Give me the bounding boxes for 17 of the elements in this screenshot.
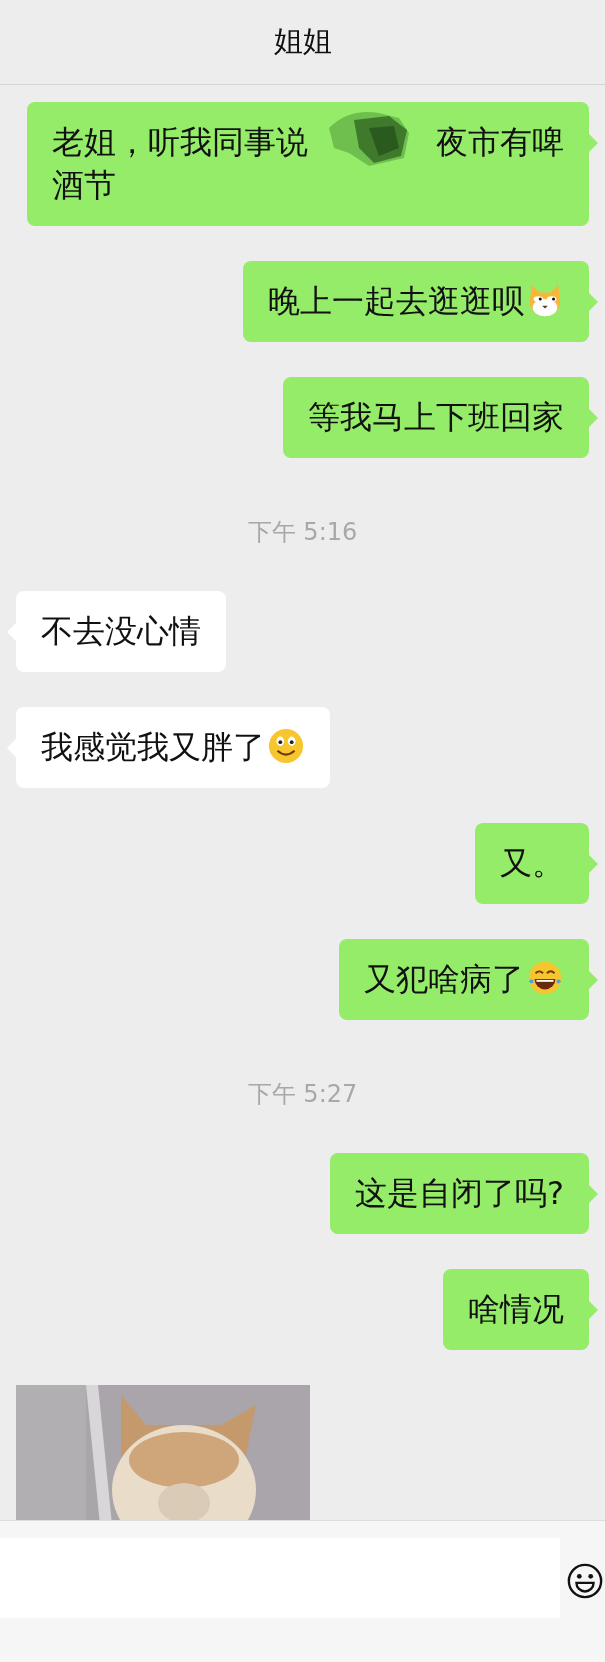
message-text: 夜市有啤	[436, 122, 564, 163]
message-text: 晚上一起去逛逛呗	[268, 282, 524, 320]
message-text: 老姐，听我同事说	[52, 122, 308, 163]
message-text: 啥情况	[468, 1290, 564, 1328]
message-text: 又犯啥病了	[364, 960, 524, 998]
laughing-face-icon	[526, 959, 564, 997]
timestamp: 下午 5:16	[246, 517, 359, 548]
message-text: 这是自闭了吗?	[355, 1174, 564, 1212]
message-text: 不去没心情	[41, 612, 201, 650]
message-text: 酒节	[52, 166, 116, 204]
emoji-icon[interactable]	[566, 1562, 604, 1600]
message-text: 我感觉我又胖了	[41, 728, 265, 766]
smiley-icon	[267, 727, 305, 765]
message-text: 又。	[500, 844, 564, 882]
timestamp: 下午 5:27	[246, 1079, 359, 1110]
message-text: 等我马上下班回家	[308, 398, 564, 436]
chat-title: 姐姐	[273, 23, 332, 61]
